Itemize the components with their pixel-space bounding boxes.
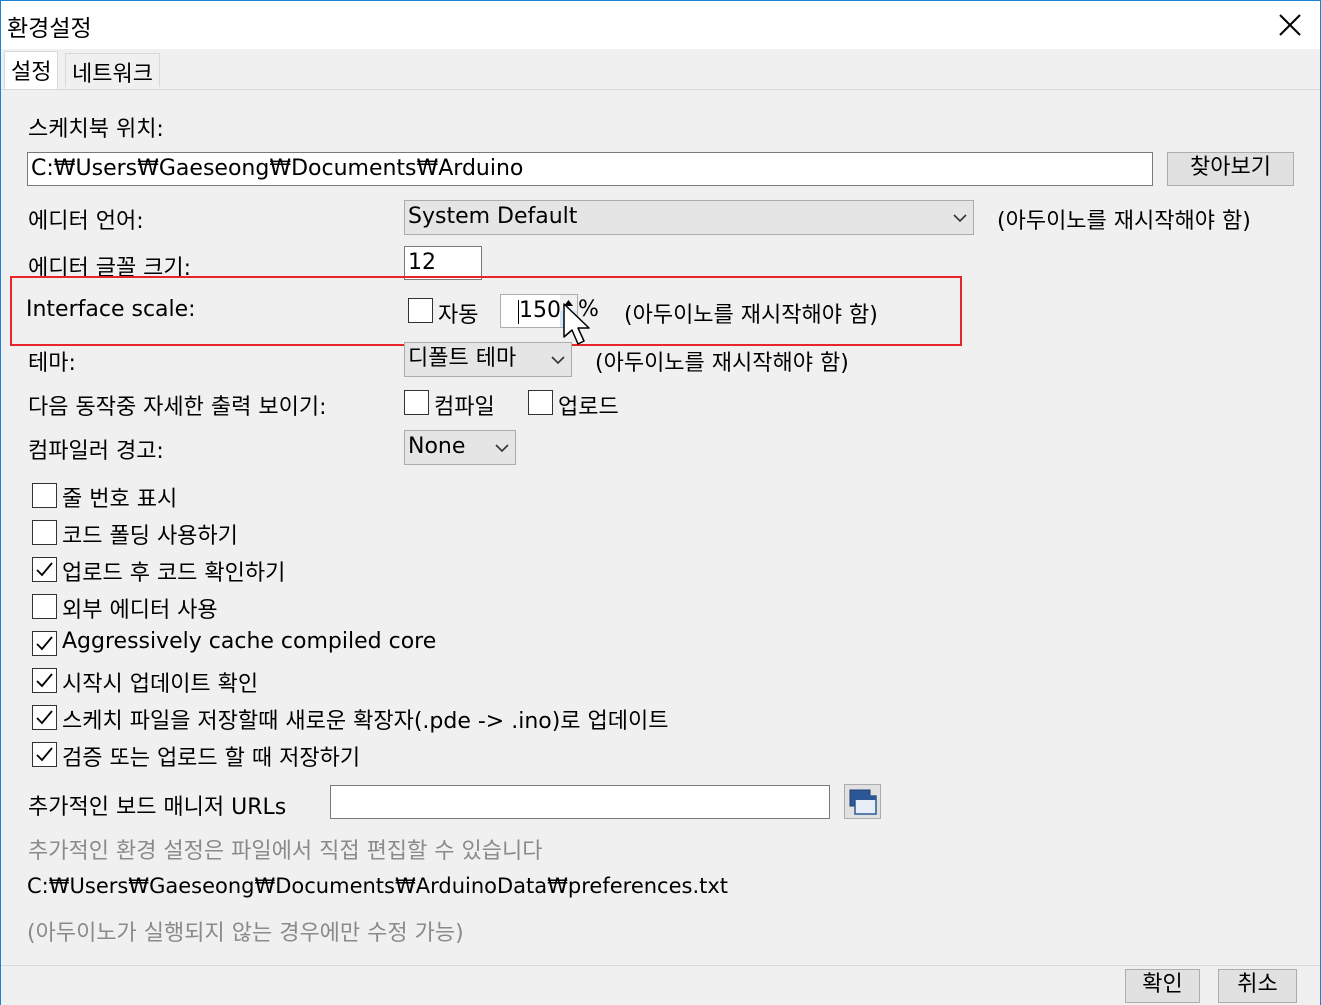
verbose-upload-checkbox[interactable] <box>528 390 553 415</box>
verbose-output-label: 다음 동작중 자세한 출력 보이기: <box>28 395 327 420</box>
tab-settings[interactable]: 설정 <box>4 51 59 89</box>
compiler-warnings-label: 컴파일러 경고: <box>28 439 164 464</box>
board-urls-input[interactable] <box>330 785 830 819</box>
title-bar: 환경설정 <box>1 1 1320 49</box>
spinner-down-button[interactable] <box>560 311 577 327</box>
checkmark-icon <box>36 673 53 688</box>
interface-scale-value: 150 <box>519 298 561 323</box>
theme-select[interactable]: 디폴트 테마 <box>404 342 572 377</box>
option-checkbox[interactable] <box>32 705 57 730</box>
theme-restart-note: (아두이노를 재시작해야 함) <box>595 351 849 376</box>
percent-sign: % <box>578 297 599 322</box>
arrow-up-icon <box>564 300 573 306</box>
auto-scale-label: 자동 <box>438 303 479 328</box>
close-button[interactable] <box>1274 9 1306 41</box>
option-checkbox[interactable] <box>32 742 57 767</box>
option-checkbox[interactable] <box>32 520 57 545</box>
edit-only-when-closed-note: (아두이노가 실행되지 않는 경우에만 수정 가능) <box>27 921 464 946</box>
ok-button[interactable]: 확인 <box>1125 969 1200 1003</box>
compiler-warnings-value: None <box>408 434 466 459</box>
chevron-down-icon <box>495 443 509 453</box>
option-label: 검증 또는 업로드 할 때 저장하기 <box>62 746 361 771</box>
chevron-down-icon <box>551 355 565 365</box>
auto-scale-checkbox[interactable] <box>408 298 433 323</box>
font-size-label: 에디터 글꼴 크기: <box>28 256 192 281</box>
checkmark-icon <box>36 562 53 577</box>
option-label: 외부 에디터 사용 <box>62 598 218 623</box>
theme-value: 디폴트 테마 <box>408 346 517 371</box>
option-checkbox[interactable] <box>32 557 57 582</box>
arrow-down-icon <box>564 316 573 322</box>
cancel-button[interactable]: 취소 <box>1218 969 1297 1003</box>
more-preferences-note: 추가적인 환경 설정은 파일에서 직접 편집할 수 있습니다 <box>28 839 543 864</box>
checkmark-icon <box>36 747 53 762</box>
board-urls-edit-button[interactable] <box>844 784 881 819</box>
option-label: 스케치 파일을 저장할때 새로운 확장자(.pde -> .ino)로 업데이트 <box>62 709 669 734</box>
font-size-input[interactable]: 12 <box>404 246 482 280</box>
close-icon <box>1279 14 1301 36</box>
theme-label: 테마: <box>28 351 76 376</box>
browse-button[interactable]: 찾아보기 <box>1167 152 1294 186</box>
editor-language-label: 에디터 언어: <box>28 209 144 234</box>
spinner-up-button[interactable] <box>560 295 577 311</box>
verbose-compile-label: 컴파일 <box>434 395 495 420</box>
checkmark-icon <box>36 710 53 725</box>
tab-network[interactable]: 네트워크 <box>65 53 160 87</box>
window-title: 환경설정 <box>7 16 92 42</box>
chevron-down-icon <box>953 213 967 223</box>
checkmark-icon <box>36 636 53 651</box>
board-urls-label: 추가적인 보드 매니저 URLs <box>28 795 287 820</box>
verbose-upload-label: 업로드 <box>558 395 619 420</box>
option-label: Aggressively cache compiled core <box>62 629 437 654</box>
verbose-compile-checkbox[interactable] <box>404 390 429 415</box>
tab-bar: 설정 네트워크 <box>1 49 1320 89</box>
option-label: 시작시 업데이트 확인 <box>62 672 259 697</box>
compiler-warnings-select[interactable]: None <box>404 430 516 465</box>
option-checkbox[interactable] <box>32 631 57 656</box>
sketchbook-location-label: 스케치북 위치: <box>28 117 164 142</box>
interface-scale-label: Interface scale: <box>26 297 196 322</box>
sketchbook-path-input[interactable]: C:₩Users₩Gaeseong₩Documents₩Arduino <box>27 152 1153 186</box>
preferences-window: 환경설정 설정 네트워크 스케치북 위치: C:₩Users₩Gaeseong₩… <box>0 0 1321 1005</box>
preferences-file-path[interactable]: C:₩Users₩Gaeseong₩Documents₩ArduinoData₩… <box>27 874 728 898</box>
option-checkbox[interactable] <box>32 483 57 508</box>
editor-language-select[interactable]: System Default <box>404 200 974 235</box>
interface-scale-restart-note: (아두이노를 재시작해야 함) <box>624 303 878 328</box>
option-label: 업로드 후 코드 확인하기 <box>62 561 286 586</box>
editor-language-value: System Default <box>408 204 578 229</box>
interface-scale-spinner[interactable]: 150 <box>500 294 578 328</box>
option-label: 줄 번호 표시 <box>62 487 178 512</box>
dialog-footer: 확인 취소 <box>1 965 1320 1005</box>
option-label: 코드 폴딩 사용하기 <box>62 524 238 549</box>
option-checkbox[interactable] <box>32 594 57 619</box>
editor-language-restart-note: (아두이노를 재시작해야 함) <box>997 209 1251 234</box>
window-list-icon <box>849 789 877 815</box>
option-checkbox[interactable] <box>32 668 57 693</box>
